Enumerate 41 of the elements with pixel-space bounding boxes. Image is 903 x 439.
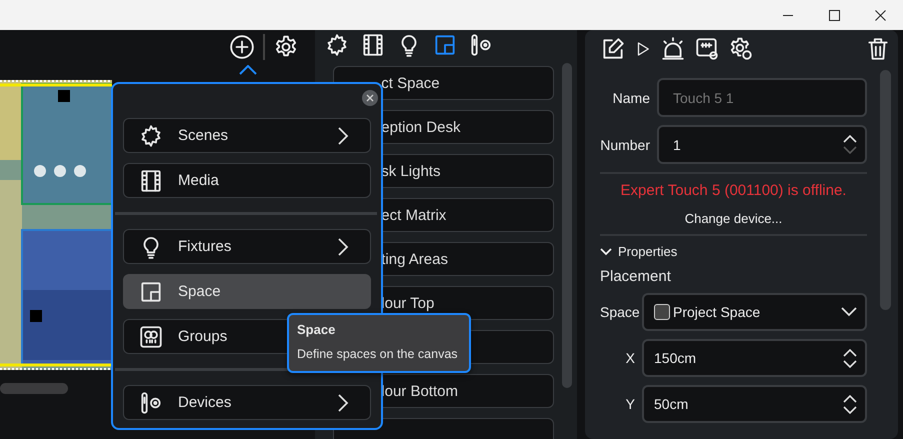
- increment-icon[interactable]: [843, 348, 857, 356]
- field-label: X: [624, 350, 635, 366]
- menu-item[interactable]: Devices: [123, 385, 371, 420]
- number-field[interactable]: 1: [657, 125, 867, 164]
- field-label: Y: [624, 396, 635, 412]
- space-dropdown[interactable]: Project Space: [642, 293, 867, 331]
- change-device-link[interactable]: Change device...: [684, 211, 782, 226]
- bulb-pair-icon: [138, 324, 164, 350]
- close-button[interactable]: [362, 90, 378, 106]
- menu-item[interactable]: Space: [123, 274, 371, 309]
- tooltip-title: Space: [297, 322, 336, 337]
- alarm-light-icon: [660, 36, 686, 62]
- menu-item[interactable]: Media: [123, 163, 371, 198]
- device-settings-button[interactable]: [728, 36, 754, 62]
- section-title: Placement: [600, 268, 672, 285]
- field-label: Name: [612, 90, 650, 106]
- increment-icon[interactable]: [843, 135, 857, 143]
- maximize-icon[interactable]: [828, 10, 840, 20]
- alarm-button[interactable]: [660, 36, 686, 62]
- scrollbar[interactable]: [880, 70, 891, 310]
- status-message: Expert Touch 5 (001100) is offline.: [620, 182, 848, 199]
- scrollbar[interactable]: [0, 383, 68, 394]
- add-button[interactable]: [229, 34, 256, 60]
- close-icon[interactable]: [874, 10, 886, 20]
- number-field[interactable]: 150cm: [642, 339, 867, 377]
- name-field[interactable]: Touch 5 1: [657, 78, 867, 117]
- field-label: Number: [600, 136, 650, 152]
- caret-up-icon: [239, 65, 257, 75]
- chevron-icon: [600, 248, 612, 256]
- gear-icon: [728, 36, 754, 62]
- close-icon: [366, 94, 374, 102]
- device-button[interactable]: [694, 36, 720, 62]
- chevron-down-icon: [841, 307, 857, 317]
- menu-item[interactable]: Fixtures: [123, 229, 371, 264]
- number-field[interactable]: 50cm: [642, 385, 867, 423]
- scrollbar[interactable]: [562, 63, 572, 388]
- device-screen-icon: [694, 36, 720, 62]
- menu-item[interactable]: Scenes: [123, 118, 371, 153]
- plus-circle-icon: [229, 34, 256, 60]
- increment-icon[interactable]: [843, 394, 857, 402]
- properties-toggle[interactable]: Properties: [600, 244, 678, 259]
